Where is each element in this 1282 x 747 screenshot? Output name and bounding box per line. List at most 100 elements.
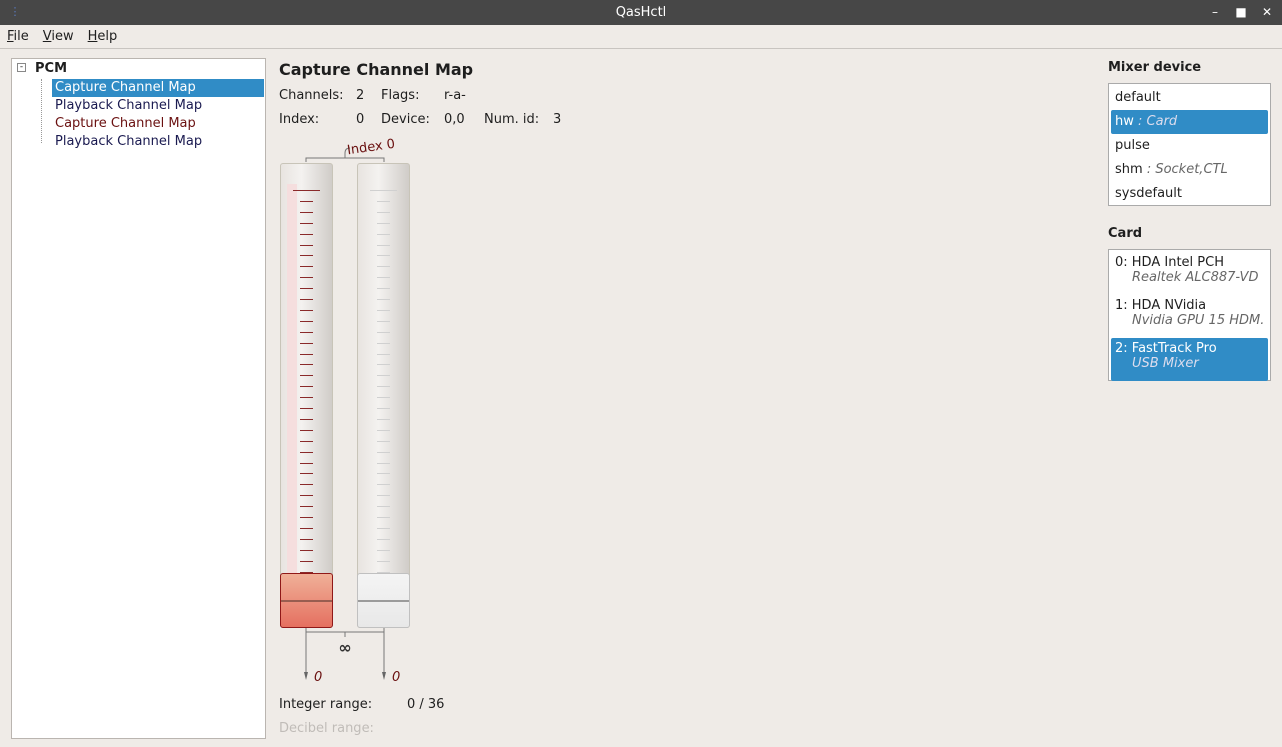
slider-tick — [377, 386, 390, 388]
slider-handle[interactable] — [280, 573, 333, 628]
slider-tick — [300, 375, 313, 377]
channels-label: Channels: — [279, 88, 344, 103]
slider-tick — [370, 190, 397, 191]
slider-tick — [300, 549, 313, 551]
slider-tick — [300, 211, 313, 213]
integer-range-value: 0 / 36 — [407, 697, 445, 712]
slider-tick — [300, 560, 313, 562]
slider-tick — [377, 495, 390, 497]
slider-tick — [377, 484, 390, 486]
slider-tick — [377, 211, 390, 213]
slider-tick — [300, 527, 313, 529]
slider-tick — [300, 299, 313, 300]
tree-item[interactable]: Capture Channel Map — [52, 115, 199, 133]
link-channels-icon[interactable]: ∞ — [330, 638, 360, 658]
numid-value: 3 — [553, 112, 562, 127]
slider-tick — [300, 462, 313, 464]
slider-tick — [300, 233, 313, 235]
menu-view[interactable]: View — [43, 25, 74, 48]
slider-tick — [377, 429, 390, 431]
mixer-item[interactable]: shm : Socket,CTL — [1111, 158, 1268, 182]
slider-tick — [300, 451, 313, 453]
slider-tick — [377, 222, 390, 224]
slider-tick — [377, 517, 390, 518]
channels-value: 2 — [356, 88, 365, 103]
mixer-item[interactable]: default — [1111, 86, 1268, 110]
slider-tick — [300, 320, 313, 322]
slider-tick — [377, 200, 390, 202]
tree-item[interactable]: Capture Channel Map — [52, 79, 264, 97]
title-bar: ⋮ QasHctl – ■ ✕ — [0, 0, 1282, 25]
slider-tick — [300, 397, 313, 399]
slider-tick — [377, 364, 390, 366]
slider-tick — [300, 429, 313, 431]
slider-tick — [300, 255, 313, 257]
slider-tick — [293, 190, 320, 191]
slider-tick — [377, 397, 390, 399]
integer-range-label: Integer range: — [279, 697, 373, 712]
menu-file[interactable]: File — [7, 25, 29, 48]
device-value: 0,0 — [444, 112, 465, 127]
mixer-item[interactable]: sysdefault — [1111, 182, 1268, 206]
menu-help[interactable]: Help — [88, 25, 118, 48]
window-title: QasHctl — [615, 5, 667, 20]
device-label: Device: — [381, 112, 430, 127]
control-tree: - PCM Capture Channel Map Playback Chann… — [11, 58, 266, 739]
card-item[interactable]: 2: FastTrack Pro USB Mixer — [1111, 338, 1268, 381]
slider-tick — [377, 451, 390, 453]
slider-tick — [300, 506, 313, 508]
slider-tick — [377, 233, 390, 235]
close-button[interactable]: ✕ — [1260, 0, 1274, 25]
slider-tick — [377, 549, 390, 551]
index-label: Index: — [279, 112, 320, 127]
index-value: 0 — [356, 112, 365, 127]
tree-root-pcm[interactable]: PCM — [35, 61, 67, 76]
flags-value: r-a- — [444, 88, 466, 103]
capture-slider-left[interactable] — [280, 163, 333, 628]
slider-tick — [377, 560, 390, 562]
mixer-item[interactable]: pulse — [1111, 134, 1268, 158]
slider-tick — [377, 342, 390, 344]
tree-item[interactable]: Playback Channel Map — [52, 97, 205, 115]
slider-tick — [377, 527, 390, 529]
card-list: 0: HDA Intel PCH Realtek ALC887-VD 1: HDA… — [1108, 249, 1271, 381]
slider-tick — [300, 200, 313, 202]
collapse-icon[interactable]: - — [17, 63, 26, 72]
slider-tick — [300, 266, 313, 268]
app-icon: ⋮ — [9, 5, 21, 18]
slider-tick — [377, 408, 390, 409]
slider-tick — [300, 222, 313, 224]
slider-tick — [377, 244, 390, 246]
capture-slider-right[interactable] — [357, 163, 410, 628]
slider-tick — [377, 538, 390, 540]
slider-tick — [377, 266, 390, 268]
slider-handle[interactable] — [357, 573, 410, 628]
slider-tick — [300, 538, 313, 540]
slider-tick — [377, 473, 390, 475]
mixer-item[interactable]: hw : Card — [1111, 110, 1268, 134]
slider-tick — [377, 331, 390, 333]
slider-tick — [300, 473, 313, 475]
slider-tick — [300, 288, 313, 290]
slider-tick — [300, 364, 313, 366]
card-title: Card — [1108, 226, 1143, 241]
menu-bar: File View Help — [0, 25, 1282, 49]
maximize-button[interactable]: ■ — [1234, 0, 1248, 25]
slider-tick — [377, 277, 390, 279]
slider-tick — [377, 320, 390, 322]
slider-tick — [300, 440, 313, 442]
slider-tick — [300, 386, 313, 388]
slider-tick — [300, 331, 313, 333]
tree-item[interactable]: Playback Channel Map — [52, 133, 205, 151]
decibel-range-label: Decibel range: — [279, 721, 374, 736]
slider-tick — [300, 309, 313, 311]
card-item[interactable]: 1: HDA NVidia Nvidia GPU 15 HDM... — [1111, 295, 1268, 338]
minimize-button[interactable]: – — [1208, 0, 1222, 25]
slider-tick — [377, 309, 390, 311]
slider-tick — [300, 408, 313, 409]
slider-tick — [377, 506, 390, 508]
slider-tick — [377, 440, 390, 442]
card-item[interactable]: 0: HDA Intel PCH Realtek ALC887-VD — [1111, 252, 1268, 295]
mixer-device-list: default hw : Card pulse shm : Socket,CTL… — [1108, 83, 1271, 206]
slider-tick — [377, 353, 390, 355]
